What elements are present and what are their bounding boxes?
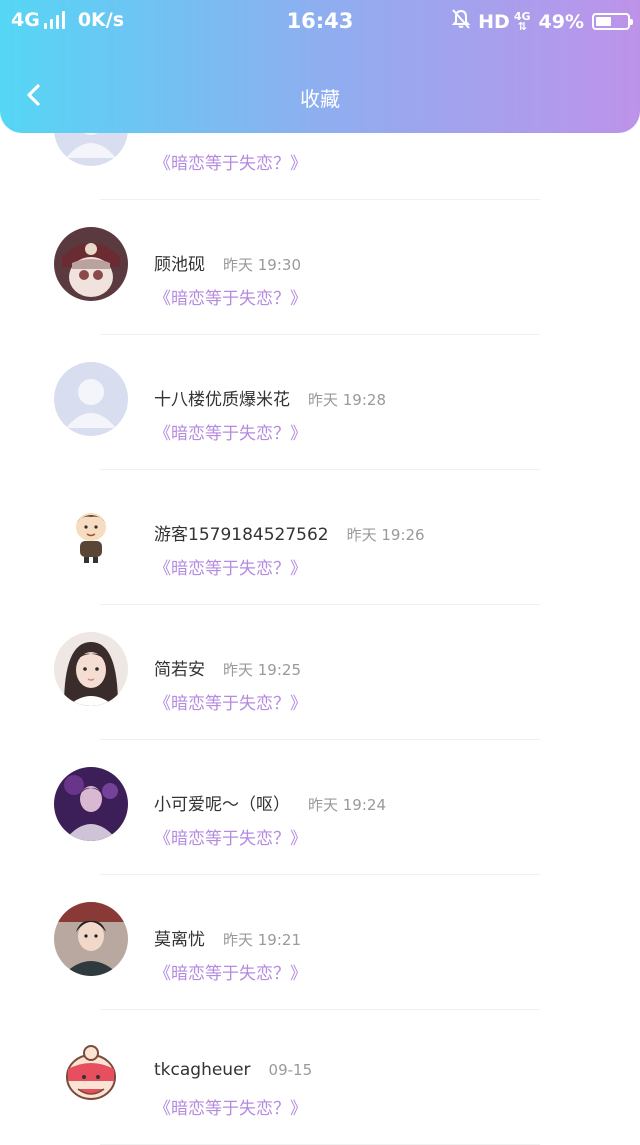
- status-bar: 4G 0K/s 16:43 HD 4G ⇅ 49%: [0, 0, 640, 44]
- avatar[interactable]: [54, 767, 128, 841]
- favorite-item[interactable]: 小可爱呢～（呕） 昨天 19:24 《暗恋等于失恋？》: [0, 740, 640, 875]
- page-title: 收藏: [300, 87, 340, 111]
- favorite-time: 昨天 19:30: [223, 256, 301, 274]
- post-title-link[interactable]: 《暗恋等于失恋？》: [154, 554, 307, 579]
- bell-off-icon: [451, 9, 471, 34]
- avatar[interactable]: [54, 227, 128, 301]
- name-row: 十八楼优质爆米花 昨天 19:28: [154, 385, 386, 410]
- avatar[interactable]: [54, 497, 128, 571]
- favorite-time: 昨天 19:24: [308, 796, 386, 814]
- app-header: 4G 0K/s 16:43 HD 4G ⇅ 49% 收藏: [0, 0, 640, 133]
- favorite-time: 昨天 19:26: [346, 526, 425, 544]
- post-title-link[interactable]: 《暗恋等于失恋？》: [154, 284, 307, 309]
- favorite-item[interactable]: 简若安 昨天 19:25 《暗恋等于失恋？》: [0, 605, 640, 740]
- favorite-time: 昨天 19:21: [223, 931, 301, 949]
- name-row: 顾池砚 昨天 19:30: [154, 250, 301, 275]
- hd-label: HD: [478, 10, 510, 33]
- favorite-time: 09-15: [268, 1061, 313, 1079]
- user-name[interactable]: 游客1579184527562: [154, 520, 329, 545]
- user-name[interactable]: 顾池砚: [154, 250, 205, 275]
- post-title-link[interactable]: 《暗恋等于失恋？》: [154, 959, 307, 984]
- avatar[interactable]: [54, 1037, 128, 1111]
- favorite-item[interactable]: 顾池砚 昨天 19:30 《暗恋等于失恋？》: [0, 200, 640, 335]
- avatar[interactable]: [54, 902, 128, 976]
- post-title-link[interactable]: 《暗恋等于失恋？》: [154, 149, 307, 174]
- favorite-item[interactable]: 十八楼优质爆米花 昨天 19:28 《暗恋等于失恋？》: [0, 335, 640, 470]
- user-name[interactable]: 十八楼优质爆米花: [154, 385, 290, 410]
- user-name[interactable]: 简若安: [154, 655, 205, 680]
- user-name[interactable]: 小可爱呢～（呕）: [154, 790, 290, 815]
- favorite-time: 昨天 19:25: [223, 661, 301, 679]
- favorite-item[interactable]: 游客1579184527562 昨天 19:26 《暗恋等于失恋？》: [0, 470, 640, 605]
- post-title-link[interactable]: 《暗恋等于失恋？》: [154, 1094, 307, 1119]
- name-row: 游客1579184527562 昨天 19:26: [154, 520, 425, 545]
- battery-icon: [592, 13, 633, 30]
- favorite-item[interactable]: tkcagheuer 09-15 《暗恋等于失恋？》: [0, 1010, 640, 1145]
- net-type-label: 4G: [513, 9, 531, 23]
- name-row: tkcagheuer 09-15: [154, 1060, 312, 1080]
- user-name[interactable]: tkcagheuer: [154, 1060, 251, 1080]
- avatar[interactable]: [54, 632, 128, 706]
- user-name[interactable]: 莫离忧: [154, 925, 205, 950]
- status-right: HD 4G ⇅ 49%: [451, 9, 633, 34]
- post-title-link[interactable]: 《暗恋等于失恋？》: [154, 419, 307, 444]
- favorite-item[interactable]: 莫离忧 昨天 19:21 《暗恋等于失恋？》: [0, 875, 640, 1010]
- battery-fill: [596, 17, 611, 26]
- battery-percent: 49%: [538, 10, 584, 33]
- avatar[interactable]: [54, 362, 128, 436]
- name-row: 莫离忧 昨天 19:21: [154, 925, 301, 950]
- name-row: 小可爱呢～（呕） 昨天 19:24: [154, 790, 386, 815]
- favorite-time: 昨天 19:28: [308, 391, 386, 409]
- post-title-link[interactable]: 《暗恋等于失恋？》: [154, 689, 307, 714]
- net-type-icon: 4G ⇅: [513, 9, 531, 33]
- post-title-link[interactable]: 《暗恋等于失恋？》: [154, 824, 307, 849]
- name-row: 简若安 昨天 19:25: [154, 655, 301, 680]
